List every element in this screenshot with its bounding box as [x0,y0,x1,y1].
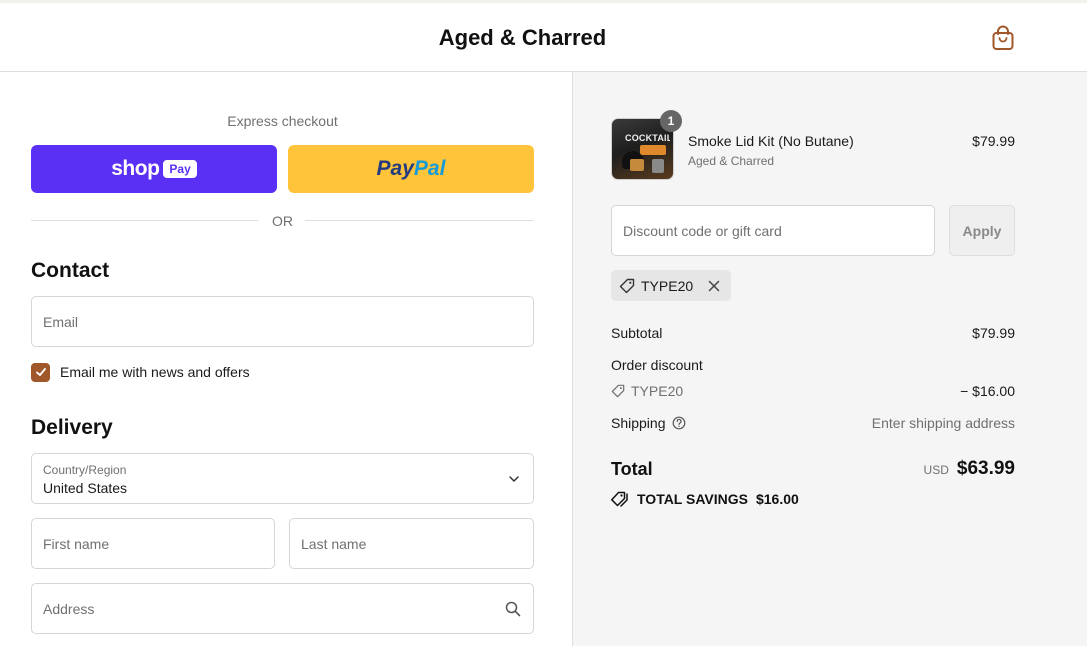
product-price: $79.99 [972,133,1015,149]
product-image-art: COCKTAIL [616,125,670,175]
tag-icon [611,384,625,398]
total-value-group: USD $63.99 [924,458,1015,480]
order-discount-label: Order discount [611,357,703,373]
shipping-row: Shipping [611,415,686,431]
product-image-text: COCKTAIL [625,133,670,143]
quantity-badge: 1 [660,110,682,132]
total-amount: $63.99 [956,458,1015,479]
product-image-banner [640,145,666,155]
savings-value: $16.00 [755,491,799,507]
applied-discount-tag: TYPE20 [611,270,732,301]
apply-discount-button[interactable]: Apply [949,205,1015,256]
country-select[interactable]: Country/Region United States [31,453,534,504]
help-circle-icon[interactable] [672,416,686,430]
shipping-value: Enter shipping address [871,415,1015,431]
email-field[interactable]: Email [31,296,534,347]
subtotal-label: Subtotal [611,325,663,341]
paypal-logo-pal: Pal [413,157,446,180]
divider-line [305,220,534,221]
tag-icon [619,278,635,293]
product-vendor: Aged & Charred [688,154,775,168]
applied-code-text: TYPE20 [641,277,694,294]
last-name-placeholder: Last name [301,535,367,552]
first-name-field[interactable]: First name [31,518,275,569]
or-text: OR [272,213,293,229]
shop-pay-button[interactable]: shop Pay [31,145,277,193]
product-image-glass [630,159,644,171]
savings-tag-icon [611,491,628,507]
express-checkout-label: Express checkout [227,113,338,129]
discount-value: − $16.00 [960,383,1015,399]
contact-heading: Contact [31,259,110,282]
checkmark-icon [35,368,46,376]
newsletter-label[interactable]: Email me with news and offers [60,364,250,380]
subtotal-value: $79.99 [972,325,1015,341]
first-name-placeholder: First name [43,535,110,552]
address-placeholder: Address [43,600,95,617]
checkout-header: Aged & Charred [0,3,1087,72]
total-savings-row: TOTAL SAVINGS $16.00 [611,491,799,507]
remove-discount-icon[interactable] [707,279,721,293]
shop-pay-badge: Pay [163,160,197,178]
chevron-down-icon [509,476,519,482]
country-value: United States [43,480,128,496]
product-image-torch [652,159,664,173]
country-label: Country/Region [43,463,127,477]
paypal-button[interactable]: Pay Pal [288,145,534,193]
total-currency: USD [923,463,949,477]
shopping-bag-icon[interactable] [991,25,1015,51]
last-name-field[interactable]: Last name [289,518,534,569]
or-divider: OR [31,212,534,230]
paypal-logo-pay: Pay [376,157,414,180]
product-name: Smoke Lid Kit (No Butane) [688,133,854,149]
email-placeholder: Email [43,313,79,330]
store-name[interactable]: Aged & Charred [0,25,1045,51]
address-field[interactable]: Address [31,583,534,634]
total-label: Total [611,459,653,479]
discount-code-input[interactable]: Discount code or gift card [611,205,935,256]
discount-placeholder: Discount code or gift card [623,222,782,239]
shop-pay-logo-text: shop [111,157,160,180]
newsletter-checkbox[interactable] [31,362,50,382]
delivery-heading: Delivery [31,416,113,439]
search-icon[interactable] [505,601,521,617]
shipping-label: Shipping [611,415,666,431]
savings-label: TOTAL SAVINGS [637,491,748,507]
newsletter-row: Email me with news and offers [31,362,250,382]
discount-code-name: TYPE20 [631,383,684,399]
discount-code-line: TYPE20 [611,383,683,399]
